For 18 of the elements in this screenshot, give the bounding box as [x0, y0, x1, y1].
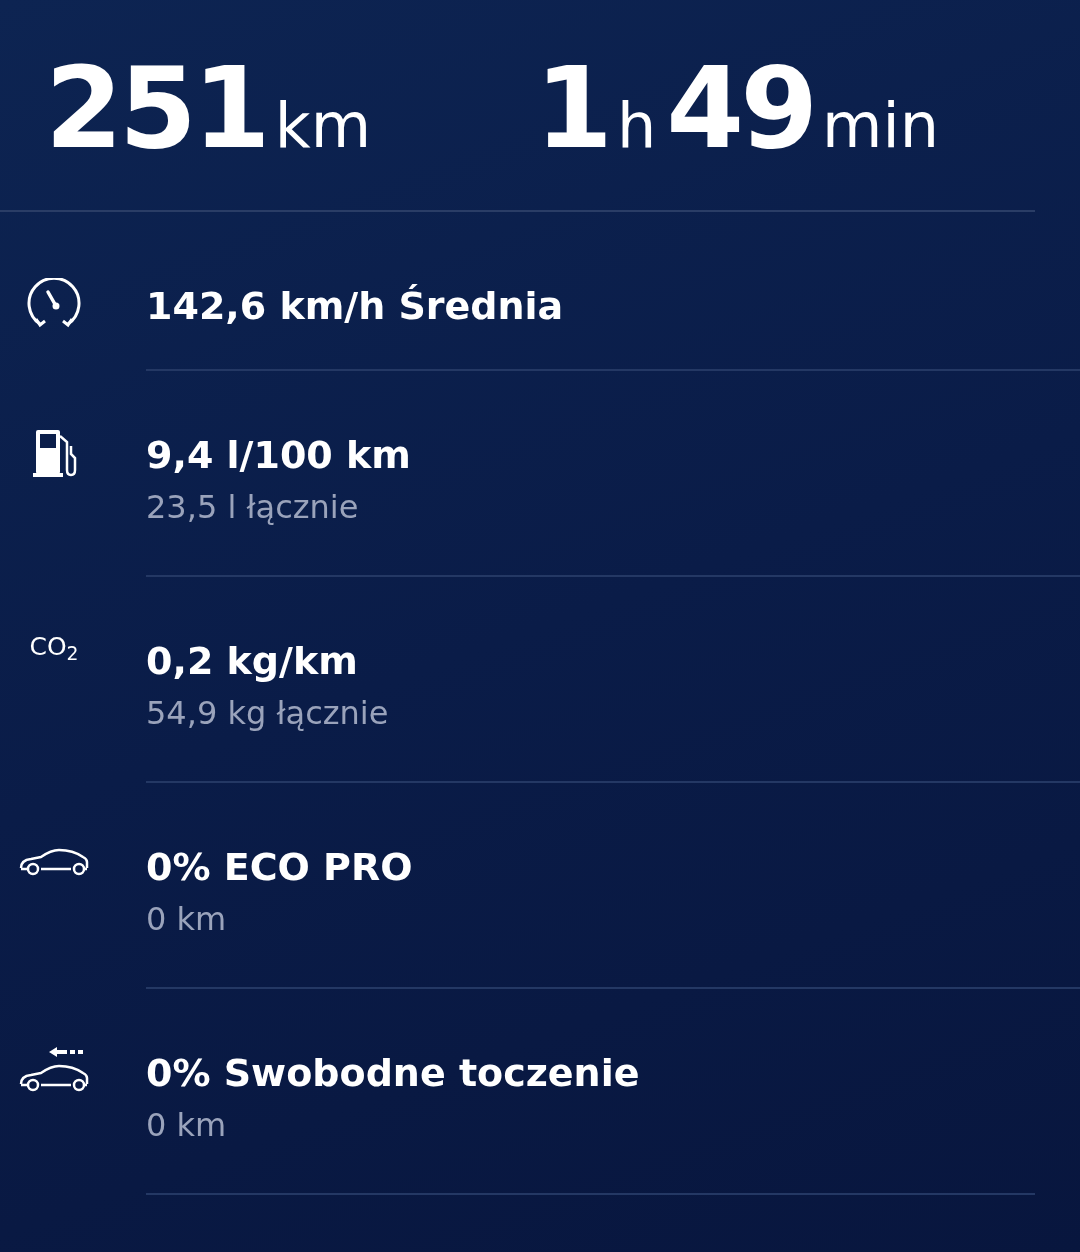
car-coasting-icon	[19, 1046, 89, 1092]
fuel-pump-icon	[31, 428, 77, 478]
stat-subtitle: 23,5 l łącznie	[146, 491, 359, 523]
stat-title: 0% ECO PRO	[146, 848, 413, 886]
stat-title: 9,4 l/100 km	[146, 436, 411, 474]
speedometer-icon	[26, 278, 82, 330]
duration-value: 1	[535, 52, 609, 164]
stat-subtitle: 54,9 kg łącznie	[146, 697, 389, 729]
unit-label: h	[616, 95, 657, 157]
co2-icon: CO$_{2}$	[29, 634, 79, 783]
stat-subtitle: 0 km	[146, 903, 227, 935]
distance-value: 251	[45, 52, 267, 164]
stat-title: 0% Swobodne toczenie	[146, 1054, 640, 1092]
unit-label: min	[822, 95, 939, 157]
stat-title: 0,2 kg/km	[146, 642, 358, 680]
stat-subtitle: 0 km	[146, 1109, 227, 1141]
duration-value: 49	[666, 52, 815, 164]
unit-label: km	[274, 95, 372, 157]
